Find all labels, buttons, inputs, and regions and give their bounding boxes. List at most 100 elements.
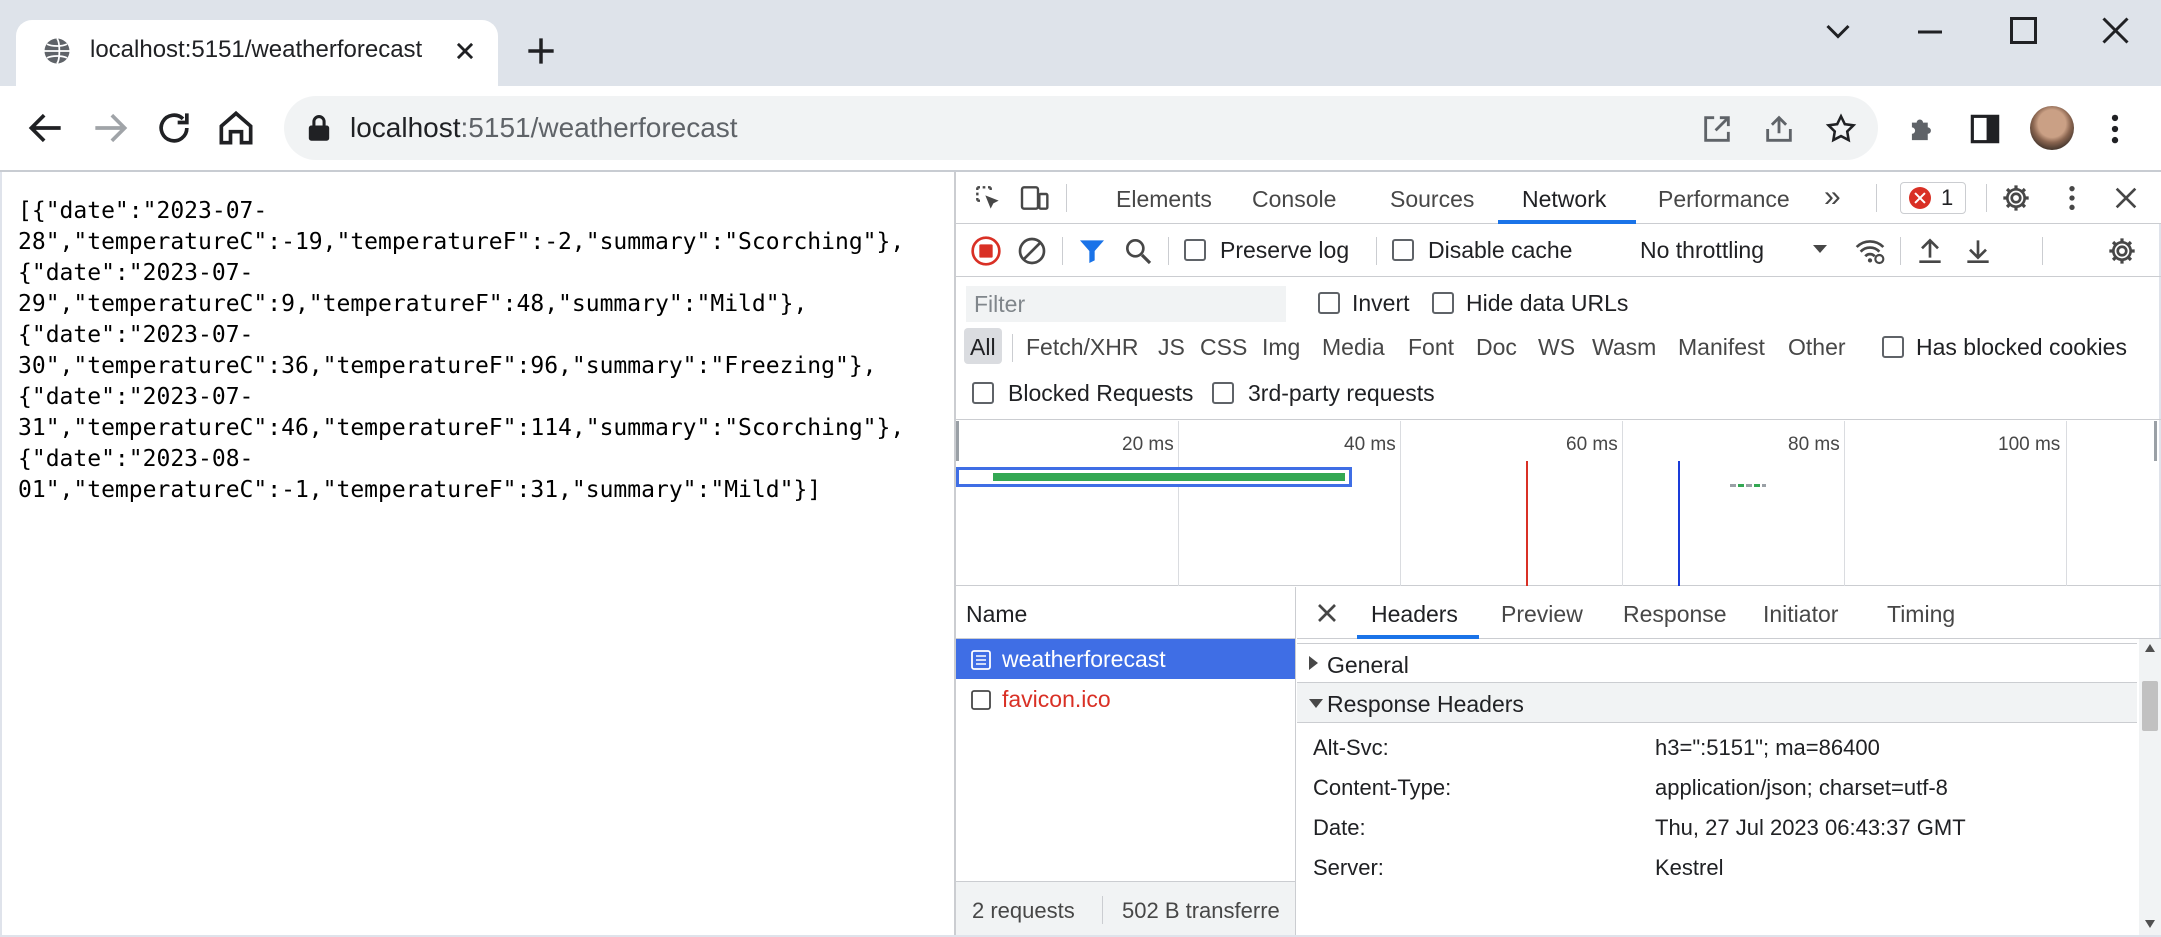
clear-icon[interactable] [1016,235,1048,267]
stop-recording-icon[interactable] [970,235,1002,267]
forward-arrow-icon[interactable] [88,106,132,150]
bookmark-star-icon[interactable] [1824,112,1858,146]
settings-gear-icon[interactable] [2000,182,2032,214]
tab-network[interactable]: Network [1522,186,1606,213]
disable-cache-label[interactable]: Disable cache [1428,237,1572,264]
share-icon[interactable] [1762,112,1796,146]
grid-line [1844,421,1845,586]
json-line: {"date":"2023-07- [18,384,254,410]
general-section-header[interactable]: General [1297,643,2137,683]
network-overview-timeline[interactable]: 20 ms 40 ms 60 ms 80 ms 100 ms [956,421,2161,586]
type-filter-media[interactable]: Media [1322,334,1385,361]
home-icon[interactable] [214,106,258,150]
blocked-requests-checkbox[interactable] [972,382,994,404]
hide-data-urls-checkbox[interactable] [1432,292,1454,314]
type-filter-all[interactable]: All [970,334,996,361]
close-tab-icon[interactable] [448,34,482,68]
network-conditions-icon[interactable] [1854,235,1886,267]
more-tabs-chevron-icon[interactable]: » [1824,180,1841,214]
preserve-log-checkbox[interactable] [1184,239,1206,261]
header-name: Date: [1313,815,1366,840]
error-count-badge[interactable]: 1 [1900,182,1966,214]
tab-search-chevron-icon[interactable] [1808,14,1868,50]
type-filter-ws[interactable]: WS [1538,334,1575,361]
back-arrow-icon[interactable] [24,106,68,150]
type-filter-js[interactable]: JS [1158,334,1185,361]
profile-avatar[interactable] [2030,106,2074,150]
close-details-icon[interactable] [1311,597,1343,629]
overview-left-handle[interactable] [956,421,959,461]
preserve-log-label[interactable]: Preserve log [1220,237,1349,264]
close-window-icon[interactable] [2084,14,2144,50]
request-bar-weatherforecast [956,467,1352,487]
device-toolbar-icon[interactable] [1018,182,1050,214]
grid-line [1400,421,1401,586]
scroll-up-arrow-icon[interactable] [2144,643,2156,653]
side-panel-icon[interactable] [1966,110,2004,148]
request-row-weatherforecast[interactable]: weatherforecast [956,639,1295,679]
search-icon[interactable] [1122,235,1154,267]
tick-label: 100 ms [1998,434,2061,455]
lock-icon[interactable] [306,114,332,142]
maximize-icon[interactable] [1992,14,2052,50]
tab-headers[interactable]: Headers [1371,601,1458,628]
tab-performance[interactable]: Performance [1658,186,1790,213]
filter-input[interactable] [966,286,1286,322]
type-filter-fetch-xhr[interactable]: Fetch/XHR [1026,334,1138,361]
open-in-app-icon[interactable] [1700,112,1734,146]
tab-console[interactable]: Console [1252,186,1336,213]
scroll-thumb[interactable] [2142,681,2158,731]
type-filter-doc[interactable]: Doc [1476,334,1517,361]
third-party-label[interactable]: 3rd-party requests [1248,380,1435,407]
type-filter-css[interactable]: CSS [1200,334,1247,361]
third-party-checkbox[interactable] [1212,382,1234,404]
response-headers-section-header[interactable]: Response Headers [1297,683,2137,723]
export-har-icon[interactable] [1962,235,1994,267]
new-tab-icon[interactable] [522,32,560,70]
devtools-menu-icon[interactable] [2056,182,2088,214]
details-scrollbar[interactable] [2139,639,2161,935]
toolbar-separator [1900,237,1901,265]
kebab-menu-icon[interactable] [2096,110,2134,148]
has-blocked-cookies-checkbox[interactable] [1882,336,1904,358]
minimize-icon[interactable] [1900,14,1960,50]
url-text[interactable]: localhost:5151/weatherforecast [350,112,738,144]
json-line: {"date":"2023-08- [18,446,254,472]
scroll-down-arrow-icon[interactable] [2144,919,2156,929]
reload-icon[interactable] [152,106,196,150]
import-har-icon[interactable] [1914,235,1946,267]
network-settings-gear-icon[interactable] [2106,235,2138,267]
request-row-favicon[interactable]: favicon.ico [956,679,1295,719]
invert-checkbox[interactable] [1318,292,1340,314]
close-devtools-icon[interactable] [2110,182,2142,214]
page-content: [{"date":"2023-07- 28","temperatureC":-19… [2,172,954,935]
request-name: favicon.ico [1002,686,1111,712]
has-blocked-cookies-label[interactable]: Has blocked cookies [1916,334,2127,361]
dropdown-arrow-icon[interactable] [1808,237,1832,261]
type-filter-manifest[interactable]: Manifest [1678,334,1765,361]
tab-timing[interactable]: Timing [1887,601,1955,628]
json-line: 31","temperatureC":46,"temperatureF":114… [18,415,905,441]
extensions-puzzle-icon[interactable] [1904,110,1942,148]
blocked-requests-label[interactable]: Blocked Requests [1008,380,1193,407]
hide-data-urls-label[interactable]: Hide data URLs [1466,290,1628,317]
tab-elements[interactable]: Elements [1116,186,1212,213]
overview-right-handle[interactable] [2154,421,2157,461]
tab-preview[interactable]: Preview [1501,601,1583,628]
request-list-header[interactable]: Name [956,587,1296,639]
tab-sources[interactable]: Sources [1390,186,1474,213]
type-filter-wasm[interactable]: Wasm [1592,334,1656,361]
throttling-select[interactable]: No throttling [1640,237,1764,264]
devtools-panel: Elements Console Sources Network Perform… [954,172,2161,935]
tab-response[interactable]: Response [1623,601,1727,628]
type-filter-img[interactable]: Img [1262,334,1300,361]
type-filter-other[interactable]: Other [1788,334,1846,361]
invert-label[interactable]: Invert [1352,290,1410,317]
tab-initiator[interactable]: Initiator [1763,601,1838,628]
type-filter-font[interactable]: Font [1408,334,1454,361]
address-bar[interactable]: localhost:5151/weatherforecast [284,96,1878,160]
filter-funnel-icon[interactable] [1076,235,1108,267]
inspect-element-icon[interactable] [972,182,1004,214]
disable-cache-checkbox[interactable] [1392,239,1414,261]
browser-tab[interactable]: localhost:5151/weatherforecast [16,20,498,88]
